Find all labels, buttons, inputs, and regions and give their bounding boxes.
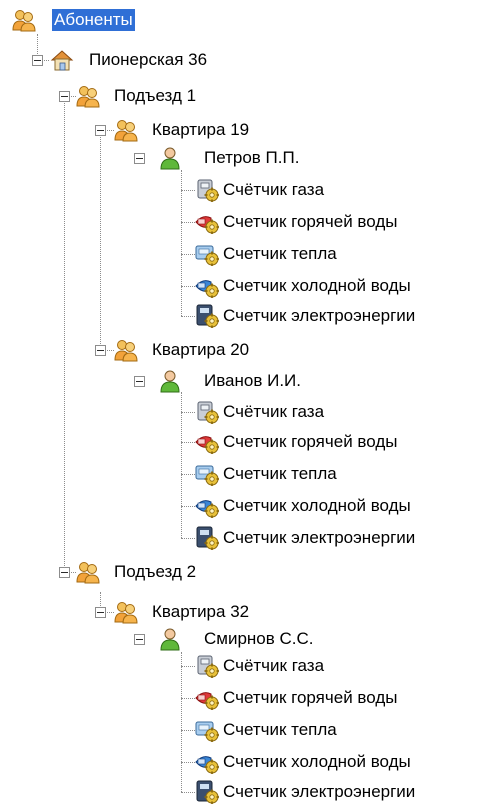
group-users-icon xyxy=(114,340,138,362)
hot-water-meter-icon xyxy=(195,436,219,454)
collapse-toggle[interactable] xyxy=(95,345,106,356)
tree-connector xyxy=(181,222,195,223)
group-users-icon xyxy=(76,86,100,108)
tree-node-label[interactable]: Счетчик тепла xyxy=(221,719,339,741)
tree-node-label[interactable]: Абоненты xyxy=(52,9,135,31)
tree-node-label[interactable]: Счётчик газа xyxy=(221,655,326,677)
tree-node-label[interactable]: Счетчик тепла xyxy=(221,243,339,265)
gas-meter-icon xyxy=(197,401,219,424)
tree-node-label[interactable]: Подъезд 2 xyxy=(112,561,198,583)
tree-connector xyxy=(181,170,182,316)
person-icon xyxy=(160,628,180,651)
tree-connector xyxy=(181,762,195,763)
tree-node-label[interactable]: Счетчик тепла xyxy=(221,463,339,485)
cold-water-meter-icon xyxy=(195,756,219,774)
group-users-icon xyxy=(114,120,138,142)
collapse-toggle[interactable] xyxy=(134,376,145,387)
cold-water-meter-icon xyxy=(195,280,219,298)
collapse-toggle[interactable] xyxy=(95,607,106,618)
tree-node-label[interactable]: Счетчик электроэнергии xyxy=(221,527,417,549)
heat-meter-icon xyxy=(195,245,219,266)
tree-node-label[interactable]: Счетчик горячей воды xyxy=(221,431,399,453)
tree-connector xyxy=(64,96,65,572)
tree-connector xyxy=(181,190,195,191)
house-icon xyxy=(50,50,74,71)
electricity-meter-icon xyxy=(196,304,219,328)
tree-connector xyxy=(181,412,195,413)
tree-node-label[interactable]: Смирнов С.С. xyxy=(202,628,316,650)
tree-node-label[interactable]: Счетчик электроэнергии xyxy=(221,305,417,327)
tree-node-label[interactable]: Петров П.П. xyxy=(202,147,301,169)
tree-connector xyxy=(181,474,195,475)
tree-node-label[interactable]: Счетчик холодной воды xyxy=(221,495,413,517)
tree-connector xyxy=(181,254,195,255)
tree-connector xyxy=(181,792,195,793)
tree-node-label[interactable]: Квартира 19 xyxy=(150,119,251,141)
gas-meter-icon xyxy=(197,179,219,202)
tree-node-label[interactable]: Квартира 32 xyxy=(150,601,251,623)
tree-connector xyxy=(181,286,195,287)
electricity-meter-icon xyxy=(196,526,219,550)
tree-connector xyxy=(181,442,195,443)
tree-connector xyxy=(100,130,101,350)
tree-view[interactable]: Абоненты Пионерская 36 Подъезд 1 Квартир… xyxy=(0,0,496,807)
tree-node-label[interactable]: Счетчик горячей воды xyxy=(221,687,399,709)
tree-node-label[interactable]: Подъезд 1 xyxy=(112,85,198,107)
tree-connector xyxy=(181,652,182,792)
gas-meter-icon xyxy=(197,655,219,678)
electricity-meter-icon xyxy=(196,780,219,804)
tree-node-label[interactable]: Счётчик газа xyxy=(221,401,326,423)
tree-node-label[interactable]: Счетчик холодной воды xyxy=(221,751,413,773)
tree-node-label[interactable]: Счетчик электроэнергии xyxy=(221,781,417,803)
tree-connector xyxy=(181,698,195,699)
hot-water-meter-icon xyxy=(195,692,219,710)
tree-node-label[interactable]: Иванов И.И. xyxy=(202,370,303,392)
collapse-toggle[interactable] xyxy=(134,153,145,164)
tree-connector xyxy=(181,506,195,507)
group-users-icon xyxy=(76,562,100,584)
tree-connector xyxy=(181,730,195,731)
collapse-toggle[interactable] xyxy=(134,634,145,645)
tree-node-label[interactable]: Квартира 20 xyxy=(150,339,251,361)
group-users-icon xyxy=(114,602,138,624)
collapse-toggle[interactable] xyxy=(59,91,70,102)
group-users-icon xyxy=(12,10,36,32)
collapse-toggle[interactable] xyxy=(59,567,70,578)
tree-node-label[interactable]: Пионерская 36 xyxy=(87,49,209,71)
tree-connector xyxy=(181,538,195,539)
person-icon xyxy=(160,147,180,170)
heat-meter-icon xyxy=(195,465,219,486)
tree-connector xyxy=(181,392,182,538)
tree-connector xyxy=(181,666,195,667)
heat-meter-icon xyxy=(195,721,219,742)
tree-node-label[interactable]: Счётчик газа xyxy=(221,179,326,201)
collapse-toggle[interactable] xyxy=(95,125,106,136)
tree-node-label[interactable]: Счетчик горячей воды xyxy=(221,211,399,233)
tree-node-label[interactable]: Счетчик холодной воды xyxy=(221,275,413,297)
cold-water-meter-icon xyxy=(195,500,219,518)
collapse-toggle[interactable] xyxy=(32,55,43,66)
person-icon xyxy=(160,370,180,393)
hot-water-meter-icon xyxy=(195,216,219,234)
tree-connector xyxy=(181,316,195,317)
